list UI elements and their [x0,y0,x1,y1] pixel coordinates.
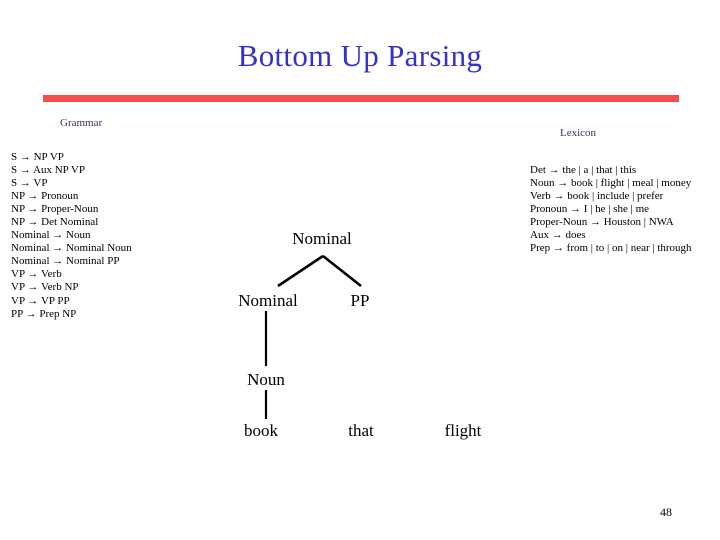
page-title: Bottom Up Parsing [237,38,483,73]
tree-leaf-that: that [348,421,374,440]
lexicon-rule: Prep → from | to | on | near | through [530,242,692,255]
grammar-rule: Nominal → Nominal PP [11,255,120,268]
lexicon-section-label: Lexicon [560,127,597,139]
lexicon-rule: Proper-Noun → Houston | NWA [530,216,674,229]
tree-node-nominal-root: Nominal [292,229,352,248]
title-divider-rule [43,95,679,102]
grammar-rule: NP → Det Nominal [11,216,99,229]
grammar-rule: VP → VP PP [11,294,70,307]
grammar-rule: PP → Prep NP [11,307,77,320]
grammar-rule: VP → Verb NP [11,281,79,294]
grammar-rule: NP → Proper-Noun [11,203,99,216]
tree-node-pp: PP [350,291,370,310]
tree-node-nominal-child: Nominal [238,291,298,310]
grammar-rule: S → VP [11,177,48,190]
lexicon-rule-list: Det → the | a | that | this Noun → book … [530,164,692,255]
grammar-section-label: Grammar [60,117,103,129]
page-number: 48 [660,505,672,519]
lexicon-rule: Verb → book | include | prefer [530,190,664,203]
slide-canvas: Bottom Up Parsing Grammar Lexicon S → NP… [0,0,720,540]
grammar-rule: VP → Verb [11,268,62,281]
tree-node-noun: Noun [247,370,285,389]
tree-leaf-book: book [244,421,278,440]
grammar-rule: S → NP VP [11,151,64,163]
tree-leaf-flight: flight [444,421,482,440]
lexicon-rule: Noun → book | flight | meal | money [530,177,692,190]
grammar-rule: NP → Pronoun [11,190,79,203]
grammar-rule: S → Aux NP VP [11,164,85,177]
grammar-rule: Nominal → Nominal Noun [11,242,132,255]
edge-nominal-to-nominal [277,254,324,288]
lexicon-rule: Det → the | a | that | this [530,164,637,176]
edge-nominal-to-pp [322,254,362,288]
lexicon-rule: Pronoun → I | he | she | me [530,203,650,216]
grammar-rule: Nominal → Noun [11,229,91,242]
grammar-rule-list: S → NP VP S → Aux NP VP S → VP NP → Pron… [11,151,132,321]
lexicon-rule: Aux → does [530,229,586,242]
